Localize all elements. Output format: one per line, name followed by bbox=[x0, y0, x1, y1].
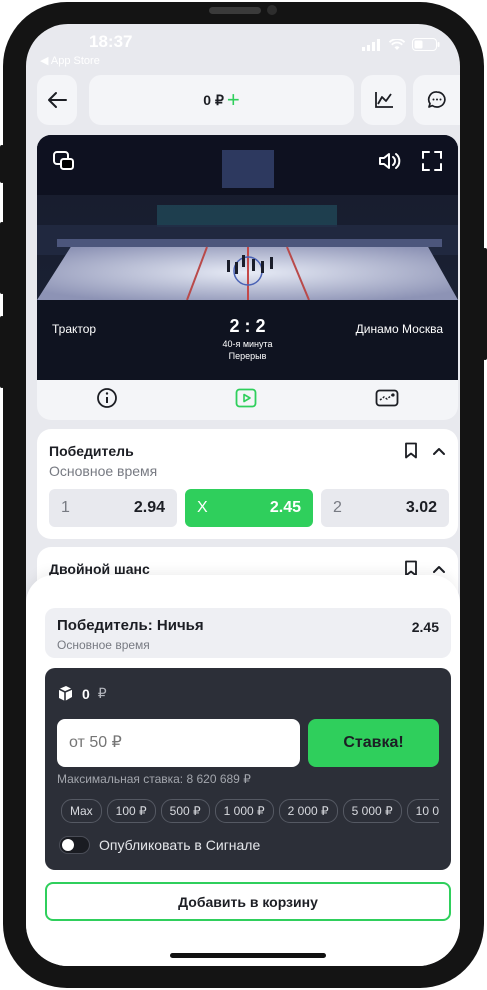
bet-balance: 0 ₽ bbox=[57, 685, 107, 702]
tab-info[interactable] bbox=[96, 387, 118, 414]
wifi-icon bbox=[389, 38, 405, 50]
fullscreen-button[interactable] bbox=[422, 151, 442, 176]
live-video-player[interactable]: Трактор Динамо Москва 2 : 2 40-я минута … bbox=[37, 135, 458, 380]
wallet-cube-icon bbox=[58, 686, 73, 701]
volume-down-button bbox=[0, 316, 4, 388]
volume-up-button bbox=[0, 222, 4, 294]
pip-icon bbox=[53, 151, 74, 170]
screen: 18:37 ◀ App Store 0 ₽ + Трактор Динамо М… bbox=[26, 24, 460, 966]
outcome-title: Победитель: Ничья bbox=[57, 617, 204, 634]
balance-bar[interactable]: 0 ₽ + bbox=[89, 75, 354, 125]
bookmark-icon[interactable] bbox=[404, 442, 418, 459]
quick-amount-10000[interactable]: 10 000 ₽ bbox=[406, 799, 439, 823]
picture-in-picture-button[interactable] bbox=[53, 151, 75, 176]
quick-amount-500[interactable]: 500 ₽ bbox=[160, 799, 210, 823]
speaker-volume-icon bbox=[379, 153, 401, 169]
mute-switch bbox=[0, 145, 4, 183]
odds-value: 2.94 bbox=[133, 499, 165, 516]
bet-balance-currency: ₽ bbox=[97, 685, 107, 701]
fullscreen-icon bbox=[422, 151, 442, 171]
chevron-up-icon[interactable] bbox=[432, 564, 446, 574]
market-subtitle: Основное время bbox=[49, 463, 158, 479]
tab-video[interactable] bbox=[235, 387, 257, 414]
volume-button[interactable] bbox=[378, 151, 402, 176]
market-title: Победитель bbox=[49, 443, 134, 459]
front-camera bbox=[267, 5, 277, 15]
status-icons bbox=[362, 38, 440, 51]
bet-slip-sheet: Победитель: Ничья Основное время 2.45 0 … bbox=[26, 575, 460, 966]
odds-value: 3.02 bbox=[405, 499, 437, 516]
market-winner-card: Победитель Основное время 1 2.94 X 2.45 … bbox=[37, 429, 458, 539]
selected-outcome: Победитель: Ничья Основное время 2.45 bbox=[45, 608, 451, 658]
play-video-icon bbox=[236, 388, 257, 407]
battery-icon bbox=[412, 38, 440, 51]
info-icon bbox=[96, 387, 117, 408]
quick-amount-chips: Max 100 ₽ 500 ₽ 1 000 ₽ 2 000 ₽ 5 000 ₽ … bbox=[61, 799, 439, 823]
top-up-plus-icon[interactable]: + bbox=[227, 89, 240, 111]
bet-balance-amount: 0 bbox=[82, 685, 90, 702]
home-indicator bbox=[170, 953, 326, 958]
outcome-subtitle: Основное время bbox=[57, 638, 150, 652]
field-icon bbox=[375, 389, 399, 406]
odds-value: 2.45 bbox=[269, 499, 301, 516]
bet-panel: 0 ₽ Ставка! Максимальная ставка: 8 620 6… bbox=[45, 668, 451, 870]
arrow-left-icon bbox=[48, 92, 67, 108]
match-status: Перерыв bbox=[228, 351, 267, 361]
place-bet-button[interactable]: Ставка! bbox=[308, 719, 439, 767]
chat-bubble-icon bbox=[427, 91, 446, 108]
status-time: 18:37 bbox=[89, 32, 133, 51]
odds-label: 2 bbox=[333, 499, 342, 516]
publish-signal-toggle[interactable] bbox=[59, 836, 90, 854]
publish-signal-label: Опубликовать в Сигнале bbox=[99, 837, 261, 853]
odds-label: X bbox=[197, 499, 208, 516]
outcome-odds: 2.45 bbox=[411, 619, 439, 635]
quick-amount-1000[interactable]: 1 000 ₽ bbox=[214, 799, 274, 823]
back-button[interactable] bbox=[37, 75, 77, 125]
statistics-button[interactable] bbox=[361, 75, 406, 125]
video-tabs bbox=[37, 380, 458, 420]
add-to-cart-button[interactable]: Добавить в корзину bbox=[45, 882, 451, 921]
balance-amount: 0 ₽ bbox=[203, 91, 224, 108]
odds-button-away[interactable]: 2 3.02 bbox=[321, 489, 449, 527]
score-block: 2 : 2 40-я минута Перерыв bbox=[37, 316, 458, 361]
power-button bbox=[483, 248, 487, 360]
back-to-app-store-link[interactable]: ◀ App Store bbox=[40, 54, 100, 67]
cellular-signal-icon bbox=[362, 38, 380, 51]
tab-field-visualization[interactable] bbox=[375, 387, 399, 414]
earpiece-speaker bbox=[209, 7, 261, 14]
match-score: 2 : 2 bbox=[229, 316, 266, 336]
quick-amount-2000[interactable]: 2 000 ₽ bbox=[278, 799, 338, 823]
publish-signal-row: Опубликовать в Сигнале bbox=[59, 836, 260, 854]
quick-amount-100[interactable]: 100 ₽ bbox=[106, 799, 156, 823]
quick-amount-5000[interactable]: 5 000 ₽ bbox=[342, 799, 402, 823]
stake-amount-input[interactable] bbox=[57, 719, 300, 767]
odds-label: 1 bbox=[61, 499, 70, 516]
match-minute: 40-я минута bbox=[222, 339, 273, 349]
odds-button-home[interactable]: 1 2.94 bbox=[49, 489, 177, 527]
chat-button[interactable] bbox=[413, 75, 460, 125]
chevron-up-icon[interactable] bbox=[432, 446, 446, 456]
quick-amount-max[interactable]: Max bbox=[61, 799, 102, 823]
chart-icon bbox=[374, 92, 393, 108]
max-stake-text: Максимальная ставка: 8 620 689 ₽ bbox=[57, 772, 251, 786]
odds-button-draw[interactable]: X 2.45 bbox=[185, 489, 313, 527]
